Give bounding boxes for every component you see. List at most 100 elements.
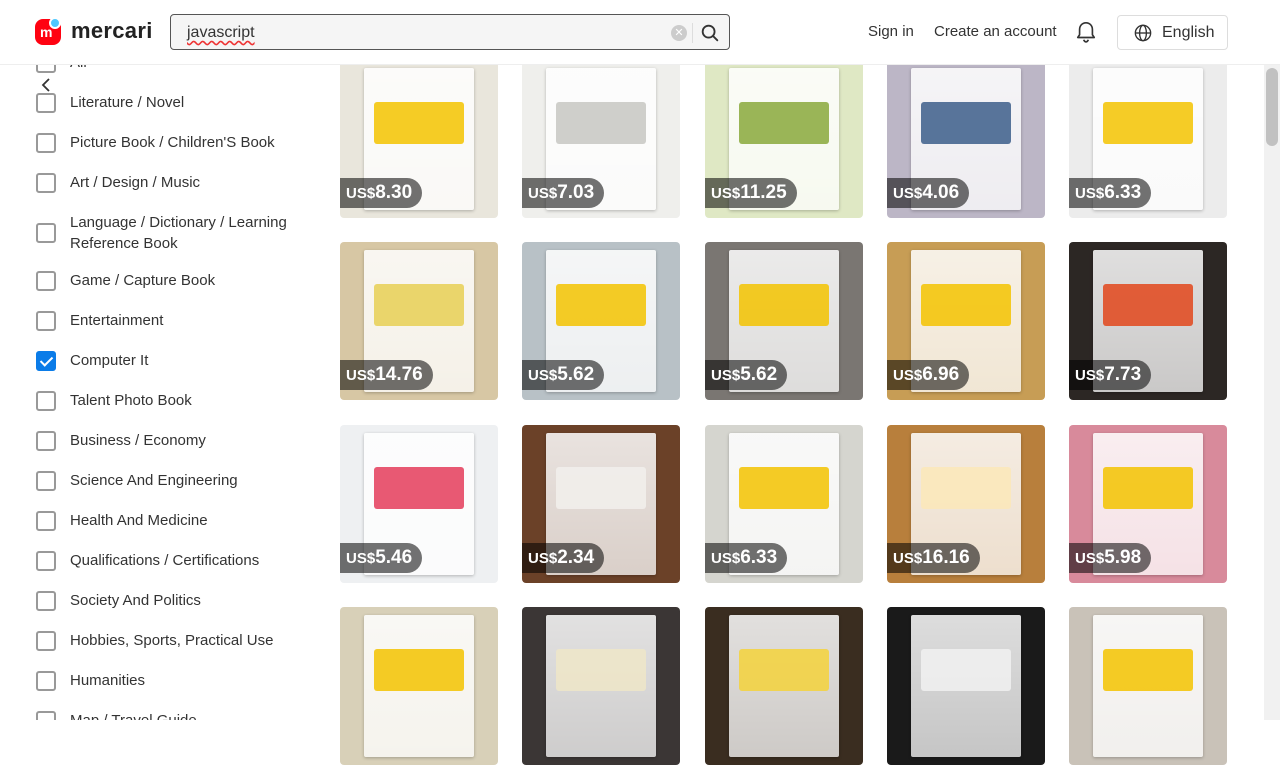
category-label: Society And Politics	[70, 592, 201, 609]
price-currency: US$	[346, 550, 376, 567]
sign-in-link[interactable]: Sign in	[868, 23, 914, 40]
price-currency: US$	[346, 185, 376, 202]
category-checkbox[interactable]	[36, 430, 56, 451]
product-card[interactable]: US$2.34	[522, 425, 680, 583]
category-item[interactable]: Computer It	[36, 350, 300, 371]
product-card[interactable]: US$5.62	[522, 242, 680, 400]
language-selector[interactable]: English	[1117, 15, 1228, 50]
product-card[interactable]	[705, 607, 863, 765]
book-title-band	[556, 102, 646, 144]
category-item[interactable]: Humanities	[36, 670, 300, 691]
search-bar[interactable]: javascript ✕	[170, 14, 730, 50]
price-amount: 8.30	[375, 182, 413, 203]
price-currency: US$	[346, 367, 376, 384]
category-checkbox[interactable]	[36, 390, 56, 411]
logo-text: mercari	[71, 18, 153, 43]
price-currency: US$	[528, 185, 558, 202]
category-item[interactable]: Qualifications / Certifications	[36, 550, 300, 571]
product-card[interactable]: US$5.62	[705, 242, 863, 400]
category-item-all[interactable]: All	[36, 65, 300, 73]
category-checkbox[interactable]	[36, 710, 56, 720]
price-currency: US$	[893, 367, 923, 384]
category-checkbox[interactable]	[36, 510, 56, 531]
category-label: Science And Engineering	[70, 472, 238, 489]
product-card[interactable]: US$6.33	[705, 425, 863, 583]
price-currency: US$	[528, 367, 558, 384]
category-item[interactable]: Society And Politics	[36, 590, 300, 611]
price-tag: US$5.62	[522, 360, 605, 390]
category-item[interactable]: Science And Engineering	[36, 470, 300, 491]
price-amount: 4.06	[922, 182, 960, 203]
product-card[interactable]	[340, 607, 498, 765]
price-tag: US$6.96	[887, 360, 970, 390]
category-checkbox-checked[interactable]	[36, 350, 56, 371]
category-checkbox[interactable]	[36, 550, 56, 571]
scrollbar-thumb[interactable]	[1266, 68, 1278, 146]
price-tag: US$4.06	[887, 178, 970, 208]
product-card[interactable]: US$6.33	[1069, 60, 1227, 218]
notification-bell-icon[interactable]	[1075, 20, 1097, 44]
category-item[interactable]: Business / Economy	[36, 430, 300, 451]
category-checkbox[interactable]	[36, 92, 56, 113]
category-checkbox[interactable]	[36, 670, 56, 691]
price-tag: US$14.76	[340, 360, 433, 390]
category-item[interactable]: Literature / Novel	[36, 92, 300, 113]
product-card[interactable]: US$4.06	[887, 60, 1045, 218]
category-label: Hobbies, Sports, Practical Use	[70, 632, 274, 649]
search-icon[interactable]	[699, 22, 721, 44]
book-title-band	[739, 649, 829, 691]
product-card[interactable]: US$6.96	[887, 242, 1045, 400]
book-title-band	[374, 102, 464, 144]
category-checkbox[interactable]	[36, 310, 56, 331]
category-item[interactable]: Picture Book / Children'S Book	[36, 132, 300, 153]
category-label: Game / Capture Book	[70, 272, 216, 289]
product-card[interactable]: US$5.46	[340, 425, 498, 583]
price-amount: 6.96	[922, 364, 960, 385]
book-title-band	[921, 649, 1011, 691]
category-item[interactable]: Game / Capture Book	[36, 270, 300, 291]
price-currency: US$	[1075, 367, 1105, 384]
category-checkbox[interactable]	[36, 630, 56, 651]
product-card[interactable]: US$7.03	[522, 60, 680, 218]
category-checkbox[interactable]	[36, 223, 56, 243]
scrollbar-track[interactable]	[1264, 65, 1280, 720]
price-currency: US$	[711, 185, 741, 202]
category-item[interactable]: Art / Design / Music	[36, 172, 300, 193]
language-label: English	[1162, 23, 1215, 41]
product-card[interactable]: US$11.25	[705, 60, 863, 218]
price-amount: 5.62	[740, 364, 778, 385]
category-label: Art / Design / Music	[70, 174, 201, 191]
category-checkbox[interactable]	[36, 270, 56, 291]
product-card[interactable]: US$7.73	[1069, 242, 1227, 400]
product-thumbnail	[887, 607, 1045, 765]
category-item[interactable]: Talent Photo Book	[36, 390, 300, 411]
chevron-left-icon[interactable]	[40, 78, 54, 92]
product-card[interactable]	[522, 607, 680, 765]
category-item[interactable]: Hobbies, Sports, Practical Use	[36, 630, 300, 651]
product-card[interactable]	[1069, 607, 1227, 765]
category-checkbox[interactable]	[36, 172, 56, 193]
create-account-link[interactable]: Create an account	[934, 23, 1057, 40]
book-cover-image	[1093, 615, 1203, 757]
category-item[interactable]: Entertainment	[36, 310, 300, 331]
mercari-logo[interactable]: m mercari	[35, 17, 153, 45]
book-cover-image	[729, 615, 839, 757]
price-tag: US$7.73	[1069, 360, 1152, 390]
product-card[interactable]	[887, 607, 1045, 765]
product-card[interactable]: US$14.76	[340, 242, 498, 400]
clear-search-icon[interactable]: ✕	[671, 25, 687, 41]
category-checkbox[interactable]	[36, 590, 56, 611]
category-item[interactable]: Language / Dictionary / Learning Referen…	[36, 212, 300, 254]
product-card[interactable]: US$16.16	[887, 425, 1045, 583]
category-checkbox[interactable]	[36, 470, 56, 491]
category-checkbox[interactable]	[36, 65, 56, 73]
book-cover-image	[364, 615, 474, 757]
price-amount: 5.98	[1104, 547, 1142, 568]
category-item[interactable]: Health And Medicine	[36, 510, 300, 531]
category-item[interactable]: Map / Travel Guide	[36, 710, 300, 720]
product-card[interactable]: US$5.98	[1069, 425, 1227, 583]
search-input[interactable]: javascript	[187, 24, 255, 42]
book-title-band	[556, 284, 646, 326]
category-checkbox[interactable]	[36, 132, 56, 153]
product-card[interactable]: US$8.30	[340, 60, 498, 218]
